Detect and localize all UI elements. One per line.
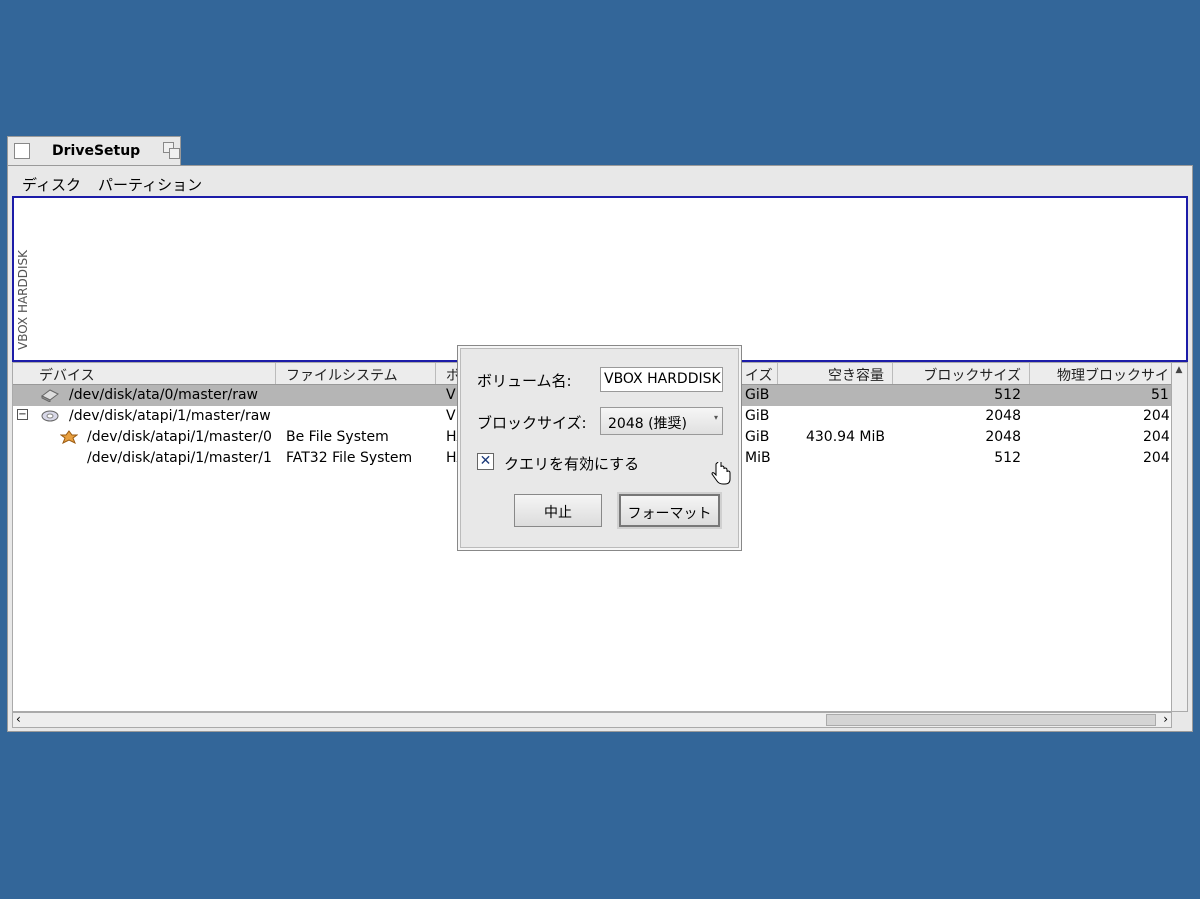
block-size-value: 2048 (推奨) xyxy=(608,416,688,432)
scroll-left-arrow-icon[interactable]: ‹ xyxy=(16,712,21,726)
cell-physical-block-size: 204 xyxy=(1143,450,1170,466)
cell-size: GiB xyxy=(745,408,770,424)
cell-block-size: 512 xyxy=(994,450,1021,466)
cell-block-size: 2048 xyxy=(985,429,1021,445)
format-button[interactable]: フォーマット xyxy=(619,494,720,527)
cell-filesystem: Be File System xyxy=(286,429,389,445)
column-block-size[interactable]: ブロックサイズ xyxy=(893,363,1030,384)
window-tab[interactable]: DriveSetup xyxy=(7,136,181,166)
cell-physical-block-size: 204 xyxy=(1143,408,1170,424)
column-physical-block-size[interactable]: 物理ブロックサイ xyxy=(1030,363,1173,384)
scroll-right-arrow-icon[interactable]: › xyxy=(1163,712,1168,726)
column-free[interactable]: 空き容量 xyxy=(778,363,893,384)
cell-device: /dev/disk/ata/0/master/raw xyxy=(69,387,258,403)
disk-map-label: VBOX HARDDISK xyxy=(16,249,30,350)
volume-name-label: ボリューム名: xyxy=(477,372,572,390)
column-filesystem[interactable]: ファイルシステム xyxy=(276,363,436,384)
cell-size: MiB xyxy=(745,450,771,466)
cd-drive-icon xyxy=(41,410,59,422)
cell-physical-block-size: 204 xyxy=(1143,429,1170,445)
scroll-up-arrow-icon[interactable]: ▲ xyxy=(1173,365,1185,377)
cell-physical-block-size: 51 xyxy=(1151,387,1169,403)
cancel-button[interactable]: 中止 xyxy=(514,494,602,527)
disk-map[interactable]: VBOX HARDDISK xyxy=(12,196,1188,362)
horizontal-scrollbar[interactable]: ‹ › xyxy=(12,712,1172,728)
close-window-button[interactable] xyxy=(14,143,30,159)
column-device[interactable]: デバイス xyxy=(13,363,276,384)
cell-size: GiB xyxy=(745,387,770,403)
be-volume-icon xyxy=(60,430,78,444)
cell-free: 430.94 MiB xyxy=(805,429,885,445)
vertical-scrollbar[interactable]: ▲ xyxy=(1171,363,1187,711)
collapse-toggle[interactable]: − xyxy=(17,409,28,420)
zoom-button[interactable] xyxy=(163,142,181,160)
menubar: ディスク パーティション xyxy=(12,170,1188,196)
volume-name-input[interactable]: VBOX HARDDISK xyxy=(600,367,723,392)
cell-size: GiB xyxy=(745,429,770,445)
block-size-select[interactable]: 2048 (推奨) ▾ xyxy=(600,407,723,435)
menu-partition[interactable]: パーティション xyxy=(98,174,202,195)
cell-device: /dev/disk/atapi/1/master/1 xyxy=(87,450,272,466)
cell-device: /dev/disk/atapi/1/master/raw xyxy=(69,408,271,424)
hand-cursor-icon xyxy=(711,462,731,485)
window-title: DriveSetup xyxy=(52,143,141,159)
cell-block-size: 2048 xyxy=(985,408,1021,424)
block-size-label: ブロックサイズ: xyxy=(477,414,587,432)
cell-device: /dev/disk/atapi/1/master/0 xyxy=(87,429,272,445)
cell-filesystem: FAT32 File System xyxy=(286,450,413,466)
format-dialog: ボリューム名: VBOX HARDDISK ブロックサイズ: 2048 (推奨)… xyxy=(457,345,742,551)
enable-query-label[interactable]: クエリを有効にする xyxy=(504,453,639,474)
chevron-down-icon: ▾ xyxy=(713,413,718,422)
harddisk-icon xyxy=(41,389,59,402)
horizontal-scroll-thumb[interactable] xyxy=(826,714,1156,726)
enable-query-checkbox[interactable]: ✕ xyxy=(477,453,494,470)
cell-block-size: 512 xyxy=(994,387,1021,403)
menu-disk[interactable]: ディスク xyxy=(22,174,81,195)
